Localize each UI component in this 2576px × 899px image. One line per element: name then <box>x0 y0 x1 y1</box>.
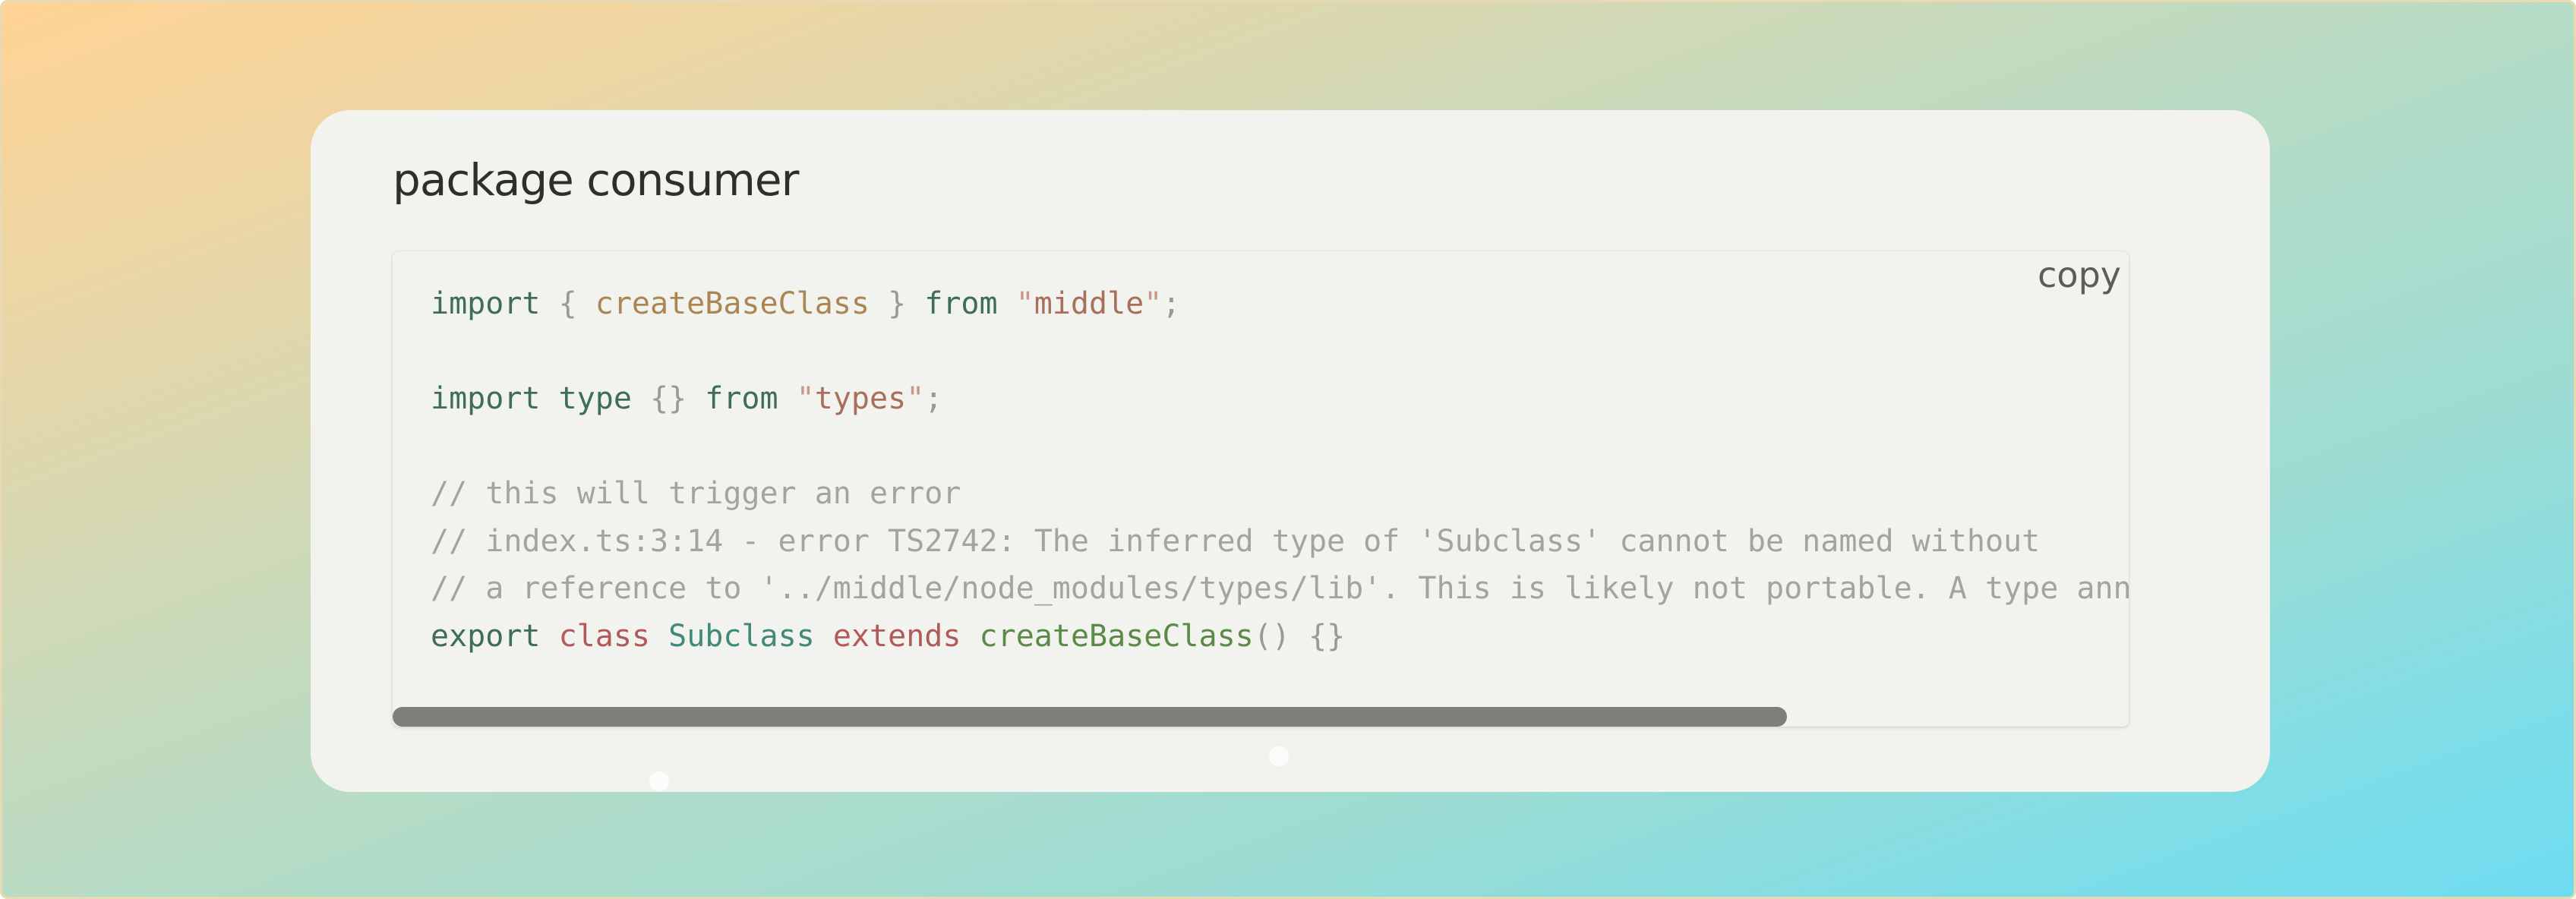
code-token: createBaseClass <box>979 618 1254 654</box>
background-frame: package consumer import { createBaseClas… <box>0 0 2576 899</box>
code-token: from <box>924 286 998 321</box>
code-token: types <box>814 381 907 416</box>
decorative-dot <box>1269 746 1289 766</box>
code-token: import <box>431 286 541 321</box>
code-token: // this will trigger an error <box>431 476 961 511</box>
code-token: class <box>558 618 651 654</box>
copy-button[interactable]: copy <box>2038 254 2121 295</box>
code-token: " <box>1015 286 1034 321</box>
code-token: middle <box>1034 286 1144 321</box>
code-token: from <box>705 381 778 416</box>
code-token: " <box>1144 286 1163 321</box>
code-token: Subclass <box>668 618 815 654</box>
code-token: export <box>431 618 541 654</box>
code-line: // this will trigger an error <box>431 470 2129 518</box>
code-token: type <box>558 381 632 416</box>
decorative-dot <box>649 771 669 791</box>
code-text: import { createBaseClass } from "middle"… <box>431 280 2129 660</box>
code-block: import { createBaseClass } from "middle"… <box>393 251 2129 727</box>
code-card: package consumer import { createBaseClas… <box>311 110 2270 792</box>
code-token: extends <box>832 618 961 654</box>
code-token: ; <box>1162 286 1181 321</box>
code-token: import <box>431 381 541 416</box>
card-title: package consumer <box>393 154 799 206</box>
horizontal-scrollbar[interactable] <box>393 707 2129 727</box>
code-line: import { createBaseClass } from "middle"… <box>431 280 2129 328</box>
scrollbar-thumb[interactable] <box>393 707 1787 727</box>
code-line: // a reference to '../middle/node_module… <box>431 565 2129 613</box>
code-viewport[interactable]: import { createBaseClass } from "middle"… <box>393 251 2129 704</box>
code-token: // a reference to '../middle/node_module… <box>431 571 2129 606</box>
code-token: createBaseClass <box>595 286 870 321</box>
code-token: " <box>796 381 815 416</box>
code-token: " <box>906 381 925 416</box>
code-token: } <box>869 286 925 321</box>
code-line: import type {} from "types"; <box>431 375 2129 423</box>
code-line: // index.ts:3:14 - error TS2742: The inf… <box>431 518 2129 566</box>
code-token: { <box>540 286 595 321</box>
code-line: export class Subclass extends createBase… <box>431 613 2129 661</box>
code-token: // index.ts:3:14 - error TS2742: The inf… <box>431 523 2041 559</box>
code-token: ; <box>924 381 943 416</box>
code-token: {} <box>631 381 706 416</box>
code-token: () {} <box>1253 618 1346 654</box>
